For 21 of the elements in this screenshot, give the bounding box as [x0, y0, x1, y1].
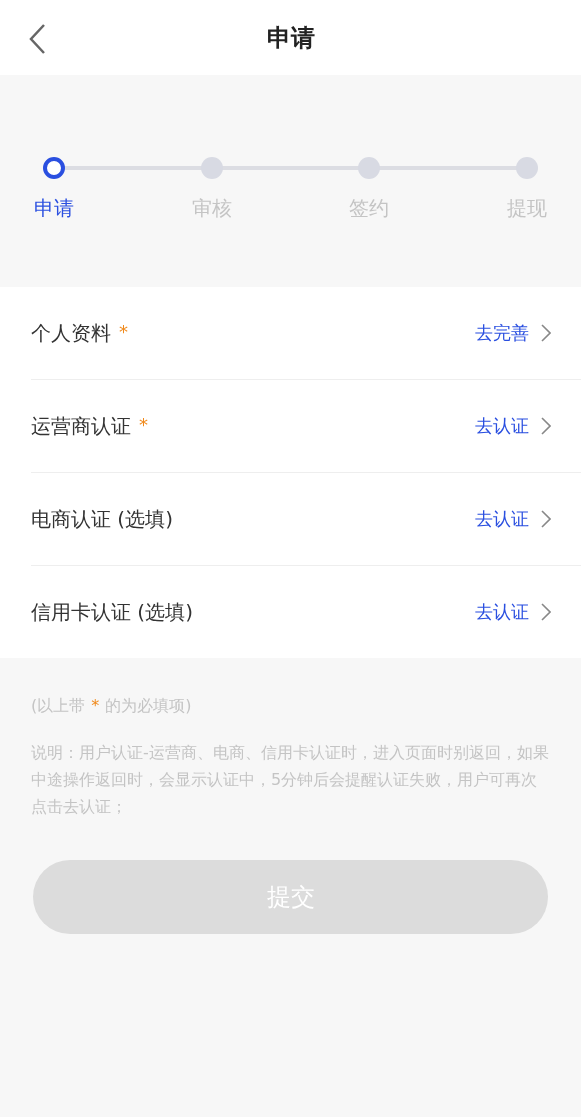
action-link[interactable]: 去认证 [475, 414, 529, 438]
chevron-icon [541, 417, 551, 435]
action-link[interactable]: 去完善 [475, 321, 529, 345]
item-label: 运营商认证 [31, 412, 131, 440]
step-label: 申请 [34, 195, 74, 222]
action-link[interactable]: 去认证 [475, 600, 529, 624]
list-item[interactable]: 电商认证 (选填) 去认证 [31, 473, 581, 566]
item-label: 个人资料 [31, 319, 111, 347]
list-item[interactable]: 信用卡认证 (选填) 去认证 [31, 566, 581, 658]
required-mark: * [119, 321, 128, 342]
item-label: 信用卡认证 (选填) [31, 598, 193, 626]
chevron-icon [541, 324, 551, 342]
action-link[interactable]: 去认证 [475, 507, 529, 531]
required-mark: * [139, 414, 148, 435]
item-label: 电商认证 (选填) [31, 505, 173, 533]
chevron-icon [541, 603, 551, 621]
chevron-icon [541, 510, 551, 528]
list-item[interactable]: 个人资料 * 去完善 [31, 287, 581, 380]
required-mark: * [91, 696, 100, 717]
page-title: 申请 [266, 22, 315, 54]
list-item[interactable]: 运营商认证 * 去认证 [31, 380, 581, 473]
